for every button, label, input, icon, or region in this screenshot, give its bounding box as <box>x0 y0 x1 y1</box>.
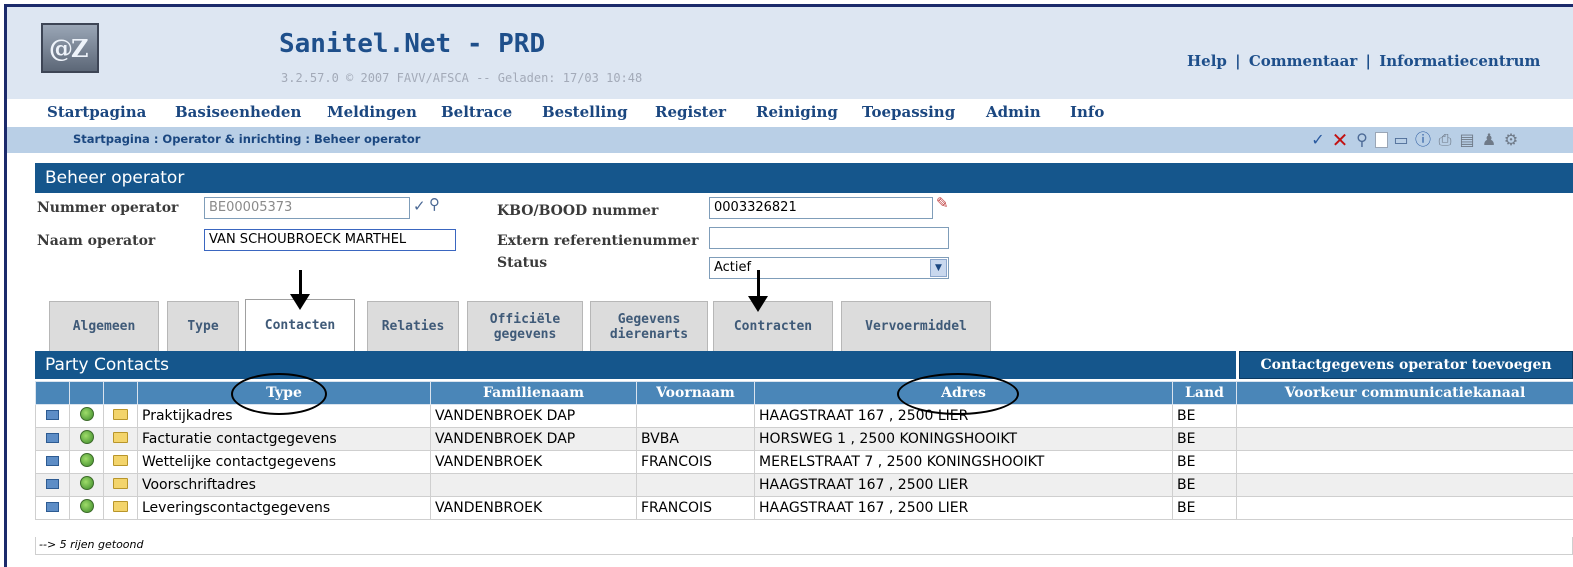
search-icon[interactable]: ⚲ <box>1353 131 1371 149</box>
annotation-ellipse <box>897 373 1019 415</box>
section-title-bar: Beheer operator <box>35 163 1573 193</box>
folder-icon[interactable] <box>113 501 128 512</box>
globe-icon[interactable] <box>79 499 94 513</box>
app-window: @Z Sanitel.Net - PRD 3.2.57.0 © 2007 FAV… <box>4 4 1573 567</box>
col-land[interactable]: Land <box>1172 381 1237 405</box>
nummer-operator-label: Nummer operator <box>37 200 179 216</box>
help-link[interactable]: Help <box>1187 52 1227 70</box>
globe-icon[interactable] <box>79 430 94 444</box>
menu-startpagina[interactable]: Startpagina <box>47 103 146 121</box>
new-document-icon[interactable] <box>1375 132 1388 148</box>
section-title: Beheer operator <box>45 168 185 188</box>
check-icon[interactable]: ✓ <box>1309 131 1327 149</box>
form-icon[interactable]: ▭ <box>1392 131 1410 149</box>
folder-icon[interactable] <box>113 432 128 443</box>
tab-type[interactable]: Type <box>167 301 239 351</box>
annotation-arrow <box>299 270 302 296</box>
table-row: Voorschriftadres HAAGSTRAAT 167 , 2500 L… <box>35 473 1573 497</box>
card-icon[interactable] <box>46 502 59 512</box>
annotation-arrowhead <box>748 296 768 312</box>
row-count-note: --> 5 rijen getoond <box>35 537 1573 555</box>
commentaar-link[interactable]: Commentaar <box>1249 52 1357 70</box>
search-operator-icon[interactable]: ⚲ <box>429 195 440 213</box>
edit-note-icon[interactable]: ✎ <box>936 194 949 212</box>
folder-icon[interactable] <box>113 455 128 466</box>
app-logo: @Z <box>41 23 99 73</box>
globe-icon[interactable] <box>79 407 94 421</box>
status-label: Status <box>497 255 548 271</box>
validate-check-icon[interactable]: ✓ <box>413 197 426 215</box>
card-icon[interactable] <box>46 410 59 420</box>
top-links: Help | Commentaar | Informatiecentrum <box>1187 52 1541 70</box>
annotation-arrow <box>757 270 760 298</box>
close-icon[interactable]: ✕ <box>1331 130 1349 150</box>
chevron-down-icon[interactable]: ▼ <box>930 259 947 277</box>
tab-relaties[interactable]: Relaties <box>367 301 459 351</box>
extern-referentie-field[interactable] <box>709 227 949 249</box>
table-row: Facturatie contactgegevens VANDENBROEK D… <box>35 427 1573 451</box>
print-icon[interactable]: ⎙ <box>1436 131 1454 149</box>
app-title: Sanitel.Net - PRD <box>279 29 546 59</box>
naam-operator-label: Naam operator <box>37 233 156 249</box>
menu-beltrace[interactable]: Beltrace <box>441 103 512 121</box>
card-icon[interactable] <box>46 433 59 443</box>
folder-icon[interactable] <box>113 478 128 489</box>
toolbar: ✓ ✕ ⚲ ▭ ⓘ ⎙ ▤ ♟ ⚙ <box>1309 129 1520 151</box>
kbo-field[interactable]: 0003326821 <box>709 197 933 219</box>
app-version: 3.2.57.0 © 2007 FAVV/AFSCA -- Geladen: 1… <box>281 71 643 85</box>
menu-bestelling[interactable]: Bestelling <box>542 103 628 121</box>
annotation-arrowhead <box>290 294 310 310</box>
extern-referentie-label: Extern referentienummer <box>497 233 699 249</box>
tab-gegevens-dierenarts[interactable]: Gegevens dierenarts <box>590 301 708 351</box>
breadcrumb: Startpagina : Operator & inrichting : Be… <box>73 132 421 146</box>
breadcrumb-bar: Startpagina : Operator & inrichting : Be… <box>7 127 1573 153</box>
tab-contracten[interactable]: Contracten <box>713 301 833 351</box>
main-menu: Startpagina Basiseenheden Meldingen Belt… <box>7 99 1573 127</box>
tab-officiele-gegevens[interactable]: Officiële gegevens <box>467 301 583 351</box>
col-voorkeur[interactable]: Voorkeur communicatiekanaal <box>1236 381 1573 405</box>
table-row: Leveringscontactgegevens VANDENBROEK FRA… <box>35 496 1573 520</box>
status-select[interactable]: Actief ▼ <box>709 257 949 279</box>
add-contact-button[interactable]: Contactgegevens operator toevoegen <box>1239 351 1573 379</box>
menu-reiniging[interactable]: Reiniging <box>756 103 838 121</box>
nummer-operator-field[interactable]: BE00005373 <box>204 197 410 219</box>
settings-icon[interactable]: ⚙ <box>1502 131 1520 149</box>
globe-icon[interactable] <box>79 476 94 490</box>
grid-title: Party Contacts <box>45 355 170 375</box>
menu-toepassing[interactable]: Toepassing <box>862 103 955 121</box>
card-icon[interactable] <box>46 456 59 466</box>
naam-operator-field[interactable]: VAN SCHOUBROECK MARTHEL <box>204 229 456 251</box>
annotation-ellipse <box>231 373 327 415</box>
card-icon[interactable] <box>46 479 59 489</box>
menu-basiseenheden[interactable]: Basiseenheden <box>175 103 301 121</box>
globe-icon[interactable] <box>79 453 94 467</box>
tab-vervoermiddel[interactable]: Vervoermiddel <box>841 301 991 351</box>
users-icon[interactable]: ♟ <box>1480 131 1498 149</box>
col-voornaam[interactable]: Voornaam <box>636 381 755 405</box>
menu-info[interactable]: Info <box>1070 103 1104 121</box>
kbo-label: KBO/BOOD nummer <box>497 203 659 219</box>
menu-meldingen[interactable]: Meldingen <box>327 103 417 121</box>
menu-register[interactable]: Register <box>655 103 726 121</box>
table-row: Wettelijke contactgegevens VANDENBROEK F… <box>35 450 1573 474</box>
menu-admin[interactable]: Admin <box>986 103 1041 121</box>
grid-title-bar: Party Contacts <box>35 351 1236 379</box>
export-icon[interactable]: ▤ <box>1458 131 1476 149</box>
tab-algemeen[interactable]: Algemeen <box>49 301 159 351</box>
col-familienaam[interactable]: Familienaam <box>430 381 637 405</box>
app-header: @Z Sanitel.Net - PRD 3.2.57.0 © 2007 FAV… <box>7 7 1573 99</box>
informatiecentrum-link[interactable]: Informatiecentrum <box>1379 52 1540 70</box>
folder-icon[interactable] <box>113 409 128 420</box>
info-icon[interactable]: ⓘ <box>1414 131 1432 149</box>
